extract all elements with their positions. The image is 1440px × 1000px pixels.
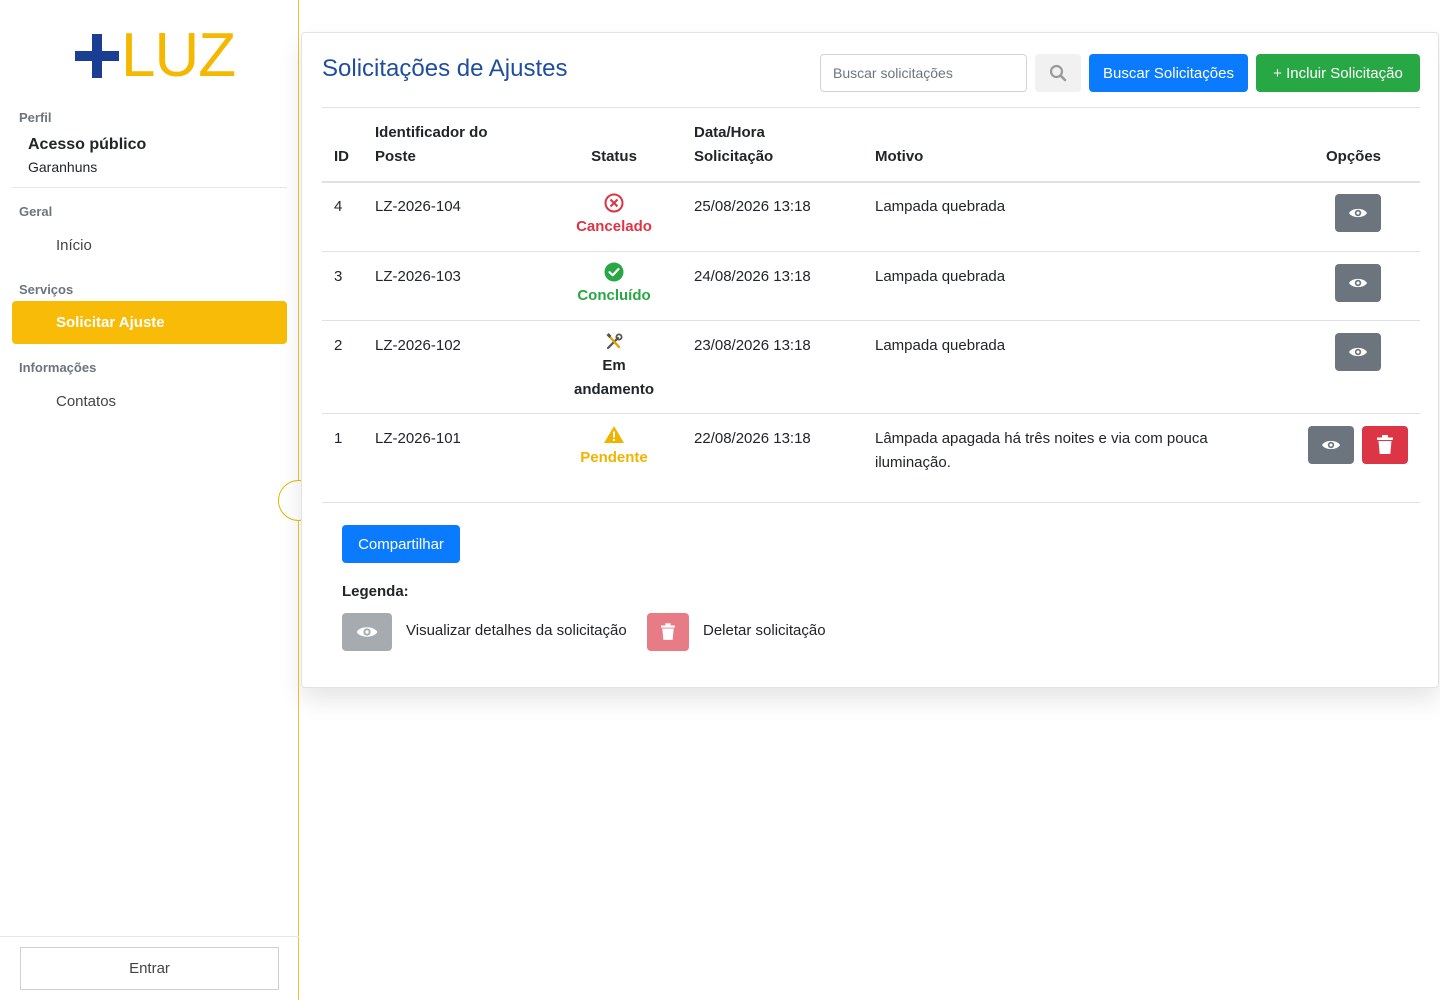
cell-data: 23/08/2026 13:18 [694, 337, 811, 354]
requests-card: Solicitações de Ajustes Buscar Solicitaç… [301, 32, 1439, 688]
trash-icon [1377, 435, 1393, 454]
add-request-button[interactable]: + Incluir Solicitação [1256, 54, 1420, 92]
cell-motivo: Lampada quebrada [875, 268, 1006, 285]
tools-icon [606, 333, 623, 350]
cell-id: 1 [334, 430, 343, 447]
status-text: Concluído [577, 287, 651, 304]
eye-icon [356, 627, 378, 637]
eye-icon [1322, 440, 1340, 450]
cell-data: 25/08/2026 13:18 [694, 198, 811, 215]
status-text-line1: Em [602, 357, 626, 374]
cell-data: 24/08/2026 13:18 [694, 268, 811, 285]
delete-button[interactable] [1362, 426, 1408, 464]
sidebar-bottom-divider [0, 936, 299, 937]
cell-poste: LZ-2026-102 [375, 337, 461, 354]
legend-view-box [342, 613, 392, 651]
legend-view-text: Visualizar detalhes da solicitação [406, 622, 627, 639]
sidebar-divider [12, 187, 287, 188]
cell-id: 4 [334, 198, 343, 215]
profile-city: Garanhuns [28, 159, 98, 175]
view-button[interactable] [1335, 333, 1381, 371]
cell-motivo-line2: iluminação. [875, 454, 951, 471]
status-text-line2: andamento [573, 381, 654, 398]
status-concluido: Concluído [547, 262, 681, 308]
trash-icon [661, 623, 675, 640]
cell-id: 3 [334, 268, 343, 285]
table-top-line [322, 107, 1420, 108]
th-data-line2: Solicitação [694, 148, 774, 165]
sidebar: LUZ Perfil Acesso público Garanhuns Gera… [0, 0, 299, 1000]
profile-label: Perfil [19, 110, 52, 125]
row-divider [322, 413, 1420, 414]
share-button[interactable]: Compartilhar [342, 525, 460, 563]
th-poste-line1: Identificador do [375, 124, 488, 141]
th-id: ID [334, 148, 349, 165]
cell-id: 2 [334, 337, 343, 354]
table-bottom-line [322, 502, 1420, 503]
logo-text: LUZ [121, 21, 236, 90]
check-circle-icon [604, 262, 624, 282]
row-divider [322, 251, 1420, 252]
status-text: Cancelado [576, 218, 652, 235]
th-poste-line2: Poste [375, 148, 416, 165]
search-icon-button[interactable] [1035, 54, 1081, 92]
sidebar-item-solicitar-ajuste[interactable]: Solicitar Ajuste [12, 301, 287, 344]
search-icon [1049, 64, 1067, 82]
th-motivo: Motivo [875, 148, 924, 165]
profile-name: Acesso público [28, 136, 147, 153]
th-opcoes: Opções [1326, 148, 1382, 165]
plus-icon [75, 34, 119, 78]
legend-delete-box [647, 613, 689, 651]
legend-delete-text: Deletar solicitação [703, 622, 826, 639]
cell-poste: LZ-2026-101 [375, 430, 461, 447]
cell-poste: LZ-2026-103 [375, 268, 461, 285]
status-em-andamento: Em andamento [547, 332, 681, 402]
search-requests-button[interactable]: Buscar Solicitações [1089, 54, 1248, 92]
view-button[interactable] [1308, 426, 1354, 464]
status-text: Pendente [580, 449, 648, 466]
logo: LUZ [75, 21, 236, 90]
cell-poste: LZ-2026-104 [375, 198, 461, 215]
legend-title: Legenda: [342, 583, 409, 600]
eye-icon [1349, 278, 1367, 288]
eye-icon [1349, 347, 1367, 357]
cell-data: 22/08/2026 13:18 [694, 430, 811, 447]
servicos-label: Serviços [19, 282, 74, 297]
warning-icon [604, 426, 624, 443]
row-divider [322, 320, 1420, 321]
geral-label: Geral [19, 204, 53, 219]
search-input[interactable] [820, 54, 1027, 92]
cell-motivo: Lampada quebrada [875, 198, 1006, 215]
view-button[interactable] [1335, 264, 1381, 302]
cell-motivo-line1: Lâmpada apagada há três noites e via com… [875, 430, 1208, 447]
status-cancelado: Cancelado [547, 193, 681, 239]
table-header-line [322, 181, 1420, 183]
status-pendente: Pendente [547, 425, 681, 470]
page-title: Solicitações de Ajustes [322, 55, 568, 82]
sidebar-item-inicio[interactable]: Início [12, 224, 287, 267]
informacoes-label: Informações [19, 360, 97, 375]
th-data-line1: Data/Hora [694, 124, 765, 141]
eye-icon [1349, 208, 1367, 218]
sidebar-item-contatos[interactable]: Contatos [12, 380, 287, 423]
x-circle-icon [604, 193, 624, 213]
cell-motivo: Lampada quebrada [875, 337, 1006, 354]
th-status: Status [591, 148, 637, 165]
login-button[interactable]: Entrar [20, 947, 279, 990]
view-button[interactable] [1335, 194, 1381, 232]
